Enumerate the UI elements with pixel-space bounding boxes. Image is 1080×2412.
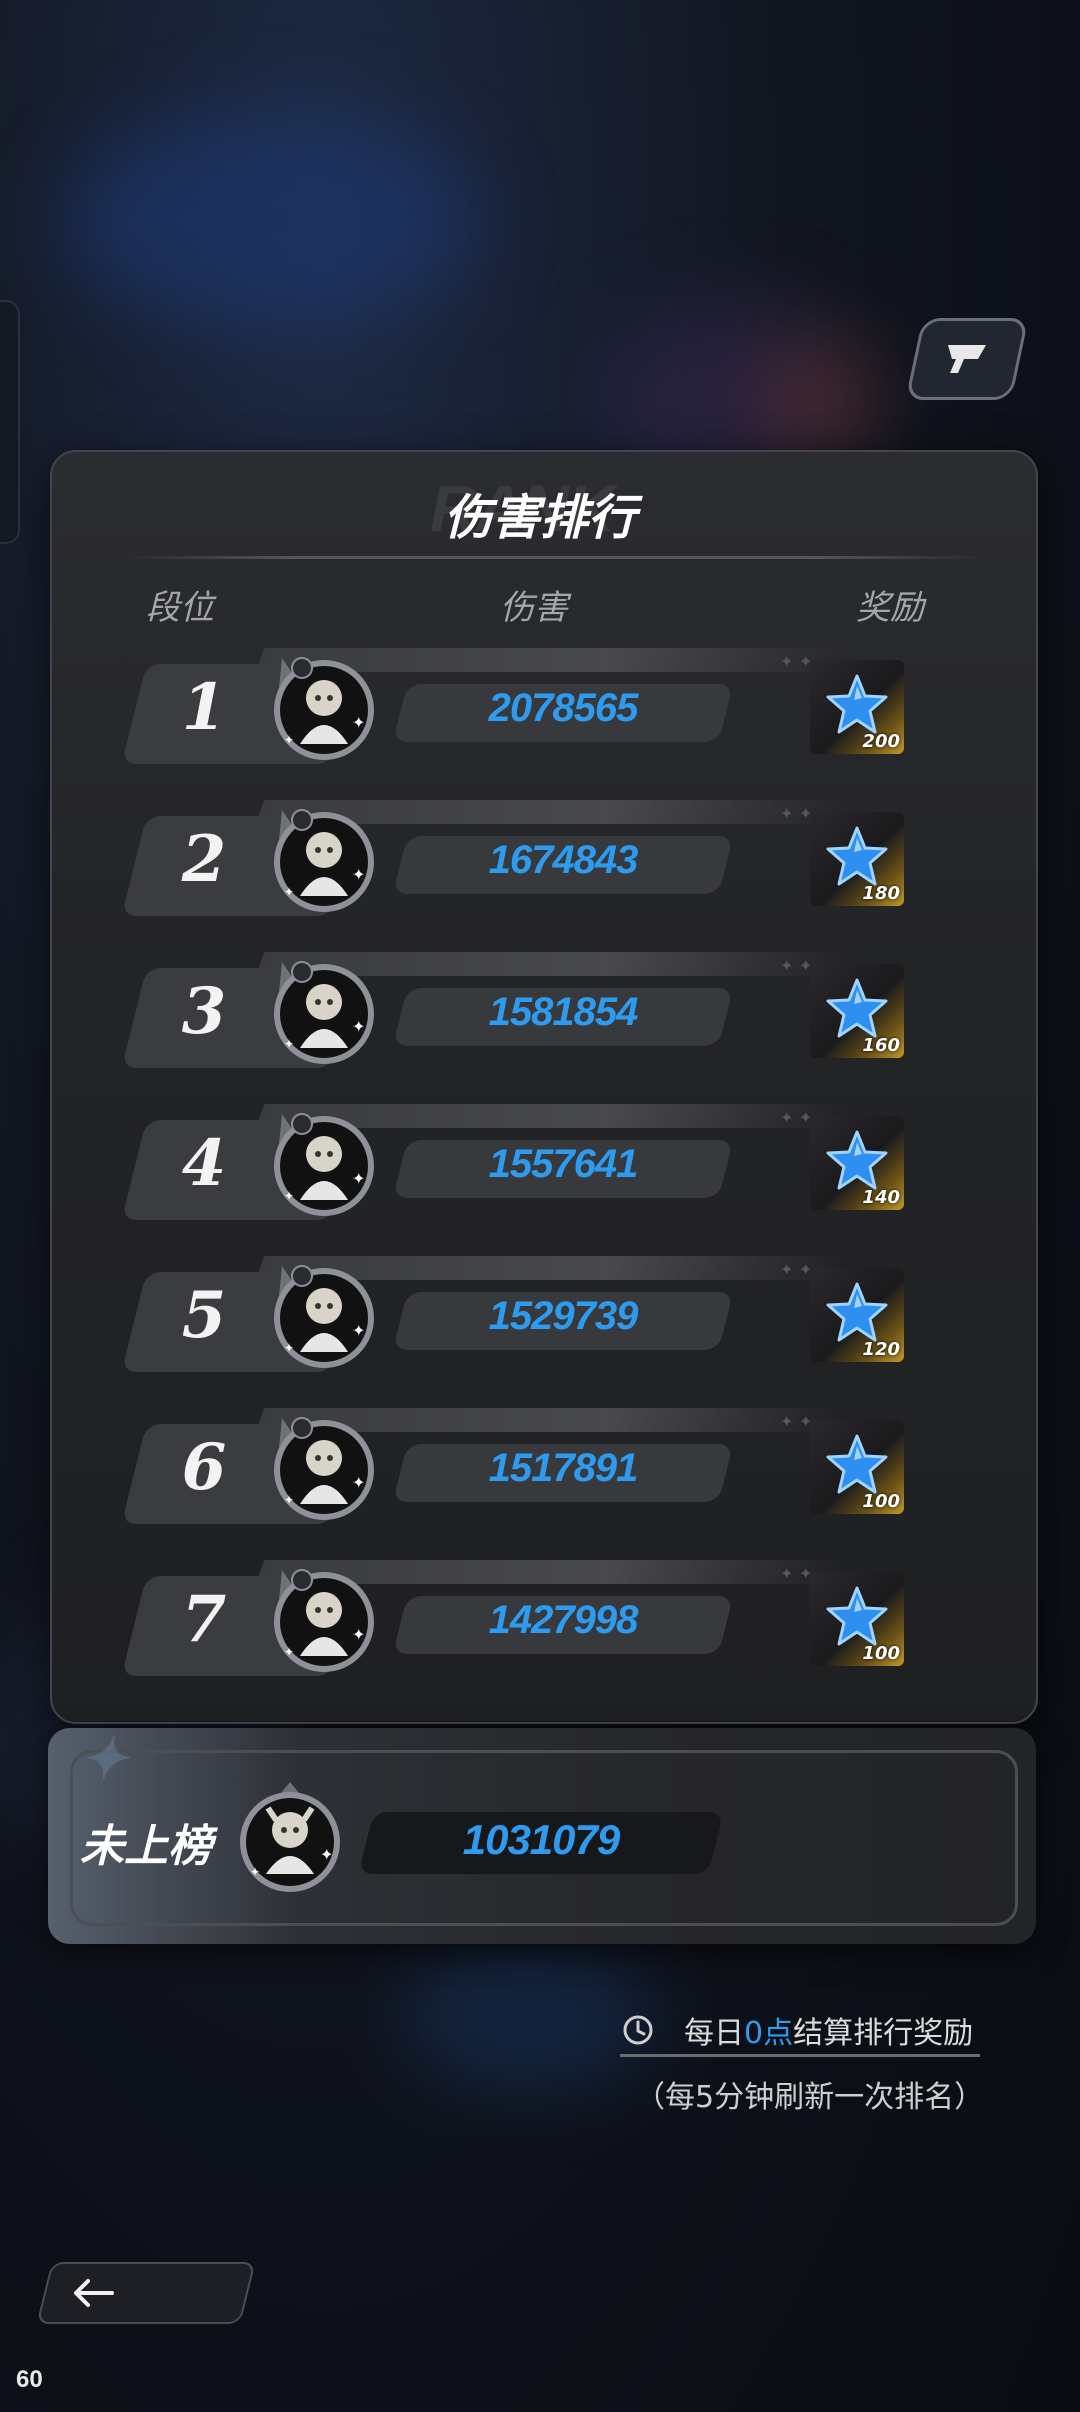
damage-value: 1581854	[488, 990, 639, 1034]
reward-item[interactable]: 100	[810, 1572, 904, 1666]
damage-value: 1529739	[488, 1294, 639, 1338]
svg-text:✦: ✦	[284, 1037, 294, 1051]
avatar-frame-icon: ✦✦	[274, 657, 374, 760]
column-header-damage: 伤害	[500, 588, 568, 628]
title-divider	[124, 556, 984, 559]
svg-text:✦: ✦	[284, 885, 294, 899]
svg-text:✦: ✦	[284, 1493, 294, 1507]
self-avatar[interactable]: ✦ ✦	[230, 1778, 350, 1898]
damage-value: 1517891	[488, 1446, 639, 1490]
svg-text:✦: ✦	[352, 865, 365, 884]
player-avatar[interactable]: ✦ ✦	[262, 648, 382, 768]
damage-value: 1674843	[488, 838, 639, 882]
rank-number: 2	[181, 822, 227, 897]
ranking-row[interactable]: ✦ ✦ 6 ✦ ✦ 1517891 100	[120, 1408, 970, 1528]
reward-item[interactable]: 180	[810, 812, 904, 906]
row-watermark: ✦ ✦	[780, 1108, 813, 1127]
svg-text:✦: ✦	[352, 1625, 365, 1644]
player-avatar[interactable]: ✦ ✦	[262, 1560, 382, 1680]
self-damage-value: 1031079	[462, 1816, 621, 1863]
reward-item[interactable]: 120	[810, 1268, 904, 1362]
svg-text:✦: ✦	[352, 1169, 365, 1188]
avatar-frame-icon: ✦✦	[274, 961, 374, 1064]
reward-item[interactable]: 160	[810, 964, 904, 1058]
player-avatar[interactable]: ✦ ✦	[262, 1104, 382, 1224]
rank-number: 7	[181, 1582, 227, 1657]
reward-count: 100	[862, 1643, 900, 1664]
self-rank-label: 未上榜	[80, 1821, 212, 1872]
rank-number: 5	[181, 1278, 227, 1353]
ranking-row[interactable]: ✦ ✦ 3 ✦ ✦ 1581854 160	[120, 952, 970, 1072]
avatar-frame-icon: ✦✦	[274, 809, 374, 912]
svg-text:✦: ✦	[352, 1017, 365, 1036]
rank-number: 1	[181, 670, 227, 745]
back-arrow-icon	[74, 2279, 114, 2307]
avatar-frame-icon: ✦ ✦	[240, 1782, 340, 1892]
row-watermark: ✦ ✦	[780, 804, 813, 823]
page-title: 伤害排行	[443, 490, 636, 546]
ranking-row[interactable]: ✦ ✦ 7 ✦ ✦ 1427998 100	[120, 1560, 970, 1680]
reward-item[interactable]: 100	[810, 1420, 904, 1514]
svg-text:✦: ✦	[352, 1321, 365, 1340]
reward-count: 100	[862, 1491, 900, 1512]
row-watermark: ✦ ✦	[780, 1412, 813, 1431]
row-watermark: ✦ ✦	[780, 1260, 813, 1279]
background-glow	[60, 110, 480, 330]
svg-text:✦: ✦	[284, 1341, 294, 1355]
row-watermark: ✦ ✦	[780, 1564, 813, 1583]
column-header-rank: 段位	[146, 588, 214, 628]
player-avatar[interactable]: ✦ ✦	[262, 800, 382, 920]
fps-counter: 60	[16, 2366, 43, 2393]
share-icon	[948, 345, 986, 373]
reward-count: 140	[862, 1187, 900, 1208]
notice-highlight: 0点	[744, 2016, 794, 2051]
self-rank-watermark: ✦	[80, 1727, 127, 1790]
reward-item[interactable]: 140	[810, 1116, 904, 1210]
ranking-panel	[50, 450, 1038, 1724]
settlement-notice: 每日 0点 结算排行奖励 （每5分钟刷新一次排名）	[620, 2008, 984, 2115]
svg-text:✦: ✦	[352, 1473, 365, 1492]
svg-text:✦: ✦	[284, 1645, 294, 1659]
notice-prefix: 每日	[684, 2016, 744, 2051]
avatar-frame-icon: ✦✦	[274, 1265, 374, 1368]
column-header-reward: 奖励	[856, 588, 924, 628]
svg-text:✦: ✦	[250, 1865, 260, 1879]
ranking-row[interactable]: ✦ ✦ 4 ✦ ✦ 1557641 140	[120, 1104, 970, 1224]
rank-number: 4	[181, 1126, 227, 1201]
row-watermark: ✦ ✦	[780, 956, 813, 975]
damage-value: 1427998	[488, 1598, 639, 1642]
reward-count: 200	[862, 731, 900, 752]
damage-value: 2078565	[488, 686, 639, 730]
player-avatar[interactable]: ✦ ✦	[262, 1408, 382, 1528]
reward-count: 120	[862, 1339, 900, 1360]
rank-number: 6	[181, 1430, 227, 1505]
player-avatar[interactable]: ✦ ✦	[262, 1256, 382, 1376]
svg-text:✦: ✦	[320, 1845, 333, 1864]
reward-item[interactable]: 200	[810, 660, 904, 754]
notice-suffix: 结算排行奖励	[793, 2016, 974, 2051]
clock-icon	[623, 2015, 653, 2045]
reward-count: 160	[862, 1035, 900, 1056]
ranking-row[interactable]: ✦ ✦ 1 ✦ ✦ 2078565 200	[120, 648, 970, 768]
notice-underline	[620, 2054, 980, 2057]
background-glow	[760, 340, 880, 460]
player-avatar[interactable]: ✦ ✦	[262, 952, 382, 1072]
ranking-row[interactable]: ✦ ✦ 2 ✦ ✦ 1674843 180	[120, 800, 970, 920]
back-button[interactable]	[36, 2262, 256, 2324]
rank-number: 3	[181, 974, 227, 1049]
avatar-frame-icon: ✦✦	[274, 1569, 374, 1672]
avatar-frame-icon: ✦✦	[274, 1417, 374, 1520]
reward-count: 180	[862, 883, 900, 904]
svg-text:✦: ✦	[284, 1189, 294, 1203]
svg-text:✦: ✦	[284, 733, 294, 747]
refresh-note: （每5分钟刷新一次排名）	[635, 2080, 985, 2115]
ranking-row[interactable]: ✦ ✦ 5 ✦ ✦ 1529739 120	[120, 1256, 970, 1376]
share-button[interactable]	[905, 318, 1029, 400]
row-watermark: ✦ ✦	[780, 652, 813, 671]
svg-text:✦: ✦	[352, 713, 365, 732]
avatar-frame-icon: ✦✦	[274, 1113, 374, 1216]
damage-value: 1557641	[488, 1142, 639, 1186]
